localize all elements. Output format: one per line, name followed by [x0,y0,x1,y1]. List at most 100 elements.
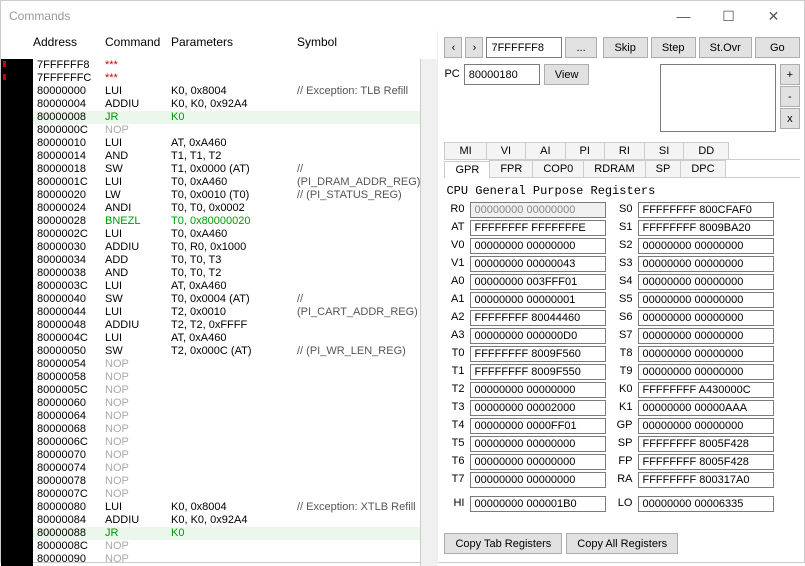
reg-value-t0[interactable]: FFFFFFFF 8009F560 [470,346,606,362]
gutter[interactable] [1,98,33,111]
reg-value-s4[interactable]: 00000000 00000000 [638,274,774,290]
gutter[interactable] [1,384,33,397]
reg-value-t2[interactable]: 00000000 00000000 [470,382,606,398]
tab-vi[interactable]: VI [486,142,526,159]
instruction-row[interactable]: 80000088JRK0 [1,527,420,540]
header-command[interactable]: Command [105,35,171,49]
address-input[interactable] [486,37,562,58]
reg-value-s3[interactable]: 00000000 00000000 [638,256,774,272]
tab-ri[interactable]: RI [604,142,645,159]
step-button[interactable]: Step [651,37,696,58]
header-symbol[interactable]: Symbol [297,35,437,49]
gutter[interactable] [1,202,33,215]
reg-value-t7[interactable]: 00000000 00000000 [470,472,606,488]
instruction-row[interactable]: 80000054NOP [1,358,420,371]
gutter[interactable] [1,449,33,462]
instruction-row[interactable]: 7FFFFFFC*** [1,72,420,85]
instruction-row[interactable]: 80000038ANDT0, T0, T2 [1,267,420,280]
instruction-row[interactable]: 80000014ANDT1, T1, T2 [1,150,420,163]
minimize-button[interactable]: — [661,1,706,31]
tab-cop0[interactable]: COP0 [532,160,584,177]
pc-input[interactable] [464,64,540,85]
reg-value-s2[interactable]: 00000000 00000000 [638,238,774,254]
instruction-row[interactable]: 80000044LUIT2, 0x0010 [1,306,420,319]
instruction-row[interactable]: 80000024ANDIT0, T0, 0x0002 [1,202,420,215]
gutter[interactable] [1,553,33,566]
instruction-row[interactable]: 80000028BNEZLT0, 0x80000020 [1,215,420,228]
instruction-row[interactable]: 80000048ADDIUT2, T2, 0xFFFF [1,319,420,332]
instruction-row[interactable]: 80000004ADDIUK0, K0, 0x92A4 [1,98,420,111]
gutter[interactable] [1,475,33,488]
stepover-button[interactable]: St.Ovr [699,37,752,58]
instruction-row[interactable]: 80000010LUIAT, 0xA460 [1,137,420,150]
skip-button[interactable]: Skip [603,37,648,58]
instruction-row[interactable]: 8000000CNOP [1,124,420,137]
gutter[interactable] [1,371,33,384]
gutter[interactable] [1,189,33,202]
gutter[interactable] [1,306,33,319]
reg-value-t3[interactable]: 00000000 00002000 [470,400,606,416]
instruction-row[interactable]: 80000080LUIK0, 0x8004// Exception: XTLB … [1,501,420,514]
gutter[interactable] [1,254,33,267]
gutter[interactable] [1,59,33,72]
gutter[interactable] [1,111,33,124]
reg-value-t4[interactable]: 00000000 0000FF01 [470,418,606,434]
gutter[interactable] [1,436,33,449]
gutter[interactable] [1,540,33,553]
reg-value-s0[interactable]: FFFFFFFF 800CFAF0 [638,202,774,218]
gutter[interactable] [1,150,33,163]
instruction-row[interactable]: 8000008CNOP [1,540,420,553]
scrollbar[interactable] [420,59,437,566]
reg-value-t9[interactable]: 00000000 00000000 [638,364,774,380]
tab-rdram[interactable]: RDRAM [583,160,645,177]
instruction-row[interactable]: 8000003CLUIAT, 0xA460 [1,280,420,293]
gutter[interactable] [1,85,33,98]
reg-value-at[interactable]: FFFFFFFF FFFFFFFE [470,220,606,236]
nav-prev-button[interactable]: ‹ [444,37,462,58]
view-button[interactable]: View [544,64,590,85]
gutter[interactable] [1,410,33,423]
reg-value-gp[interactable]: 00000000 00000000 [638,418,774,434]
tab-gpr[interactable]: GPR [444,161,490,178]
reg-value-t8[interactable]: 00000000 00000000 [638,346,774,362]
instruction-row[interactable]: 80000040SWT0, 0x0004 (AT)// (PI_CART_ADD… [1,293,420,306]
instruction-row[interactable]: 80000034ADDT0, T0, T3 [1,254,420,267]
gutter[interactable] [1,137,33,150]
instruction-row[interactable]: 80000030ADDIUT0, R0, 0x1000 [1,241,420,254]
reg-value-a0[interactable]: 00000000 003FFF01 [470,274,606,290]
instruction-row[interactable]: 80000020LWT0, 0x0010 (T0)// (PI_STATUS_R… [1,189,420,202]
reg-value-a2[interactable]: FFFFFFFF 80044460 [470,310,606,326]
reg-value-k1[interactable]: 00000000 00000AAA [638,400,774,416]
reg-value-v1[interactable]: 00000000 00000043 [470,256,606,272]
tab-sp[interactable]: SP [645,160,682,177]
reg-value-t5[interactable]: 00000000 00000000 [470,436,606,452]
add-watch-button[interactable]: + [780,64,800,85]
gutter[interactable] [1,293,33,306]
gutter[interactable] [1,319,33,332]
tab-mi[interactable]: MI [444,142,486,159]
reg-value-s5[interactable]: 00000000 00000000 [638,292,774,308]
gutter[interactable] [1,358,33,371]
header-parameters[interactable]: Parameters [171,35,297,49]
gutter[interactable] [1,527,33,540]
instruction-row[interactable]: 8000001CLUIT0, 0xA460 [1,176,420,189]
gutter[interactable] [1,423,33,436]
instruction-row[interactable]: 7FFFFFF8*** [1,59,420,72]
copy-tab-registers-button[interactable]: Copy Tab Registers [444,533,562,554]
gutter[interactable] [1,332,33,345]
nav-next-button[interactable]: › [465,37,483,58]
instruction-row[interactable]: 80000084ADDIUK0, K0, 0x92A4 [1,514,420,527]
reg-value-k0[interactable]: FFFFFFFF A430000C [638,382,774,398]
gutter[interactable] [1,345,33,358]
maximize-button[interactable]: ☐ [706,1,751,31]
instruction-row[interactable]: 80000078NOP [1,475,420,488]
instruction-row[interactable]: 80000074NOP [1,462,420,475]
browse-button[interactable]: ... [565,37,596,58]
reg-value-a3[interactable]: 00000000 000000D0 [470,328,606,344]
gutter[interactable] [1,124,33,137]
tab-dd[interactable]: DD [683,142,729,159]
gutter[interactable] [1,514,33,527]
lo-value[interactable]: 00000000 00006335 [638,496,774,512]
instruction-row[interactable]: 80000000LUIK0, 0x8004// Exception: TLB R… [1,85,420,98]
copy-all-registers-button[interactable]: Copy All Registers [566,533,678,554]
